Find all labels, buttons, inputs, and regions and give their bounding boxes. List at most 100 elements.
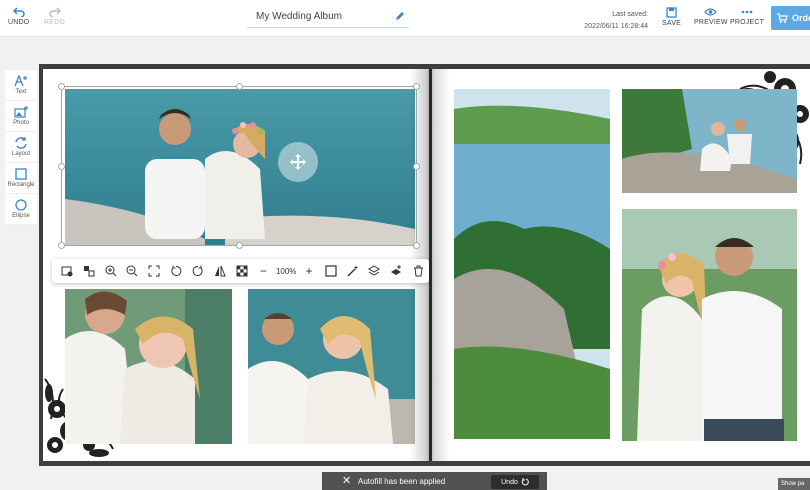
selection-frame[interactable] [58,83,420,249]
layers-up-icon [391,265,402,275]
rectangle-tool-label: Rectangle [7,182,35,188]
send-backward-button[interactable] [364,259,386,283]
resize-handle-bottom[interactable] [236,242,243,249]
undo-icon [12,7,25,17]
resize-handle-top-right[interactable] [413,83,420,90]
photo-couple-portrait[interactable] [622,209,797,441]
resize-handle-top-left[interactable] [58,83,65,90]
layout-icon [15,137,27,149]
ellipse-tool-label: Ellipse [12,213,30,219]
project-label: PROJECT [730,19,765,26]
redo-button[interactable]: REDO [44,7,65,26]
resize-handle-bottom-left[interactable] [58,242,65,249]
zoom-value: 100% [275,266,297,276]
redo-icon [48,7,61,17]
autofill-toast: ✕ Autofill has been applied Undo [322,472,547,490]
photo-tool-label: Photo [13,120,29,126]
photo-couple-embrace-image [65,289,232,444]
ellipse-icon [15,199,27,211]
toast-undo-label: Undo [501,478,518,486]
flip-button[interactable] [209,259,231,283]
photo-couple-portrait-image [622,209,797,441]
replace-photo-icon [61,266,73,276]
undo-button[interactable]: UNDO [8,7,29,26]
photo-couple-cliff-image [622,89,797,193]
fit-button[interactable] [143,259,165,283]
preview-button[interactable]: PREVIEW [694,7,728,26]
show-page-button[interactable]: Show pa [778,478,810,490]
album-title: My Wedding Album [256,11,342,22]
tool-panel: Text Photo Layout Rectangle Ellipse [5,70,37,225]
swap-icon [83,266,95,277]
resize-handle-right[interactable] [413,163,420,170]
rotate-right-icon [192,265,203,276]
album-title-field[interactable]: My Wedding Album [247,8,409,28]
zoom-out-button[interactable] [121,259,143,283]
photo-toolbar: − 100% + [52,259,429,283]
magic-wand-icon [347,265,359,277]
redo-label: REDO [44,19,66,26]
save-label: SAVE [662,20,681,27]
project-button[interactable]: PROJECT [730,7,764,26]
order-button[interactable]: Orde [771,6,810,30]
checkerboard-icon [236,265,248,277]
move-handle[interactable] [278,142,318,182]
last-saved-time: 2022/06/11 16:28:44 [584,23,648,30]
last-saved: Last saved: 2022/06/11 16:28:44 [584,9,648,33]
pencil-icon[interactable] [395,11,405,21]
undo-label: UNDO [8,19,30,26]
order-label: Orde [792,13,810,23]
zoom-minus-button[interactable]: − [252,259,274,283]
last-saved-label: Last saved: [612,11,648,18]
ellipse-tool[interactable]: Ellipse [5,194,37,225]
photo-add-icon [14,106,28,118]
toast-undo-button[interactable]: Undo [491,475,539,489]
photo-tool[interactable]: Photo [5,101,37,132]
text-add-icon [14,75,27,87]
right-page [432,69,810,461]
replace-photo-button[interactable] [56,259,78,283]
save-button[interactable]: SAVE [662,7,681,27]
frame-button[interactable] [320,259,342,283]
photo-couple-seated-image [248,289,415,444]
zoom-plus-button[interactable]: + [298,259,320,283]
photo-couple-embrace[interactable] [65,289,232,444]
save-icon [666,7,677,18]
zoom-out-icon [126,265,138,277]
rectangle-icon [15,168,27,180]
photo-couple-seated[interactable] [248,289,415,444]
layout-tool-label: Layout [11,151,30,157]
layout-tool[interactable]: Layout [5,132,37,163]
resize-handle-top[interactable] [236,83,243,90]
bring-forward-button[interactable] [385,259,407,283]
layers-down-icon [368,265,381,276]
top-bar: UNDO REDO My Wedding Album Last saved: 2… [0,0,810,37]
zoom-in-icon [105,265,116,277]
cart-icon [777,13,788,23]
delete-button[interactable] [407,259,429,283]
frame-icon [325,265,337,277]
transparency-button[interactable] [231,259,253,283]
rotate-right-button[interactable] [187,259,209,283]
rectangle-tool[interactable]: Rectangle [5,163,37,194]
effects-button[interactable] [342,259,364,283]
close-icon[interactable]: ✕ [342,476,351,487]
more-dots-icon [741,10,753,14]
trash-icon [413,265,423,277]
flip-icon [214,265,226,277]
rotate-left-icon [171,265,182,276]
zoom-in-button[interactable] [100,259,122,283]
undo-icon [521,478,529,486]
photo-lake-landscape-image [454,89,610,439]
rotate-left-button[interactable] [165,259,187,283]
photo-couple-cliff[interactable] [622,89,797,193]
preview-label: PREVIEW [694,19,728,26]
swap-photo-button[interactable] [78,259,100,283]
resize-handle-bottom-right[interactable] [413,242,420,249]
resize-handle-left[interactable] [58,163,65,170]
move-arrows-icon [290,154,306,170]
photo-lake-landscape[interactable] [454,89,610,439]
text-tool-label: Text [15,89,27,95]
text-tool[interactable]: Text [5,70,37,101]
toast-message: Autofill has been applied [358,476,446,486]
